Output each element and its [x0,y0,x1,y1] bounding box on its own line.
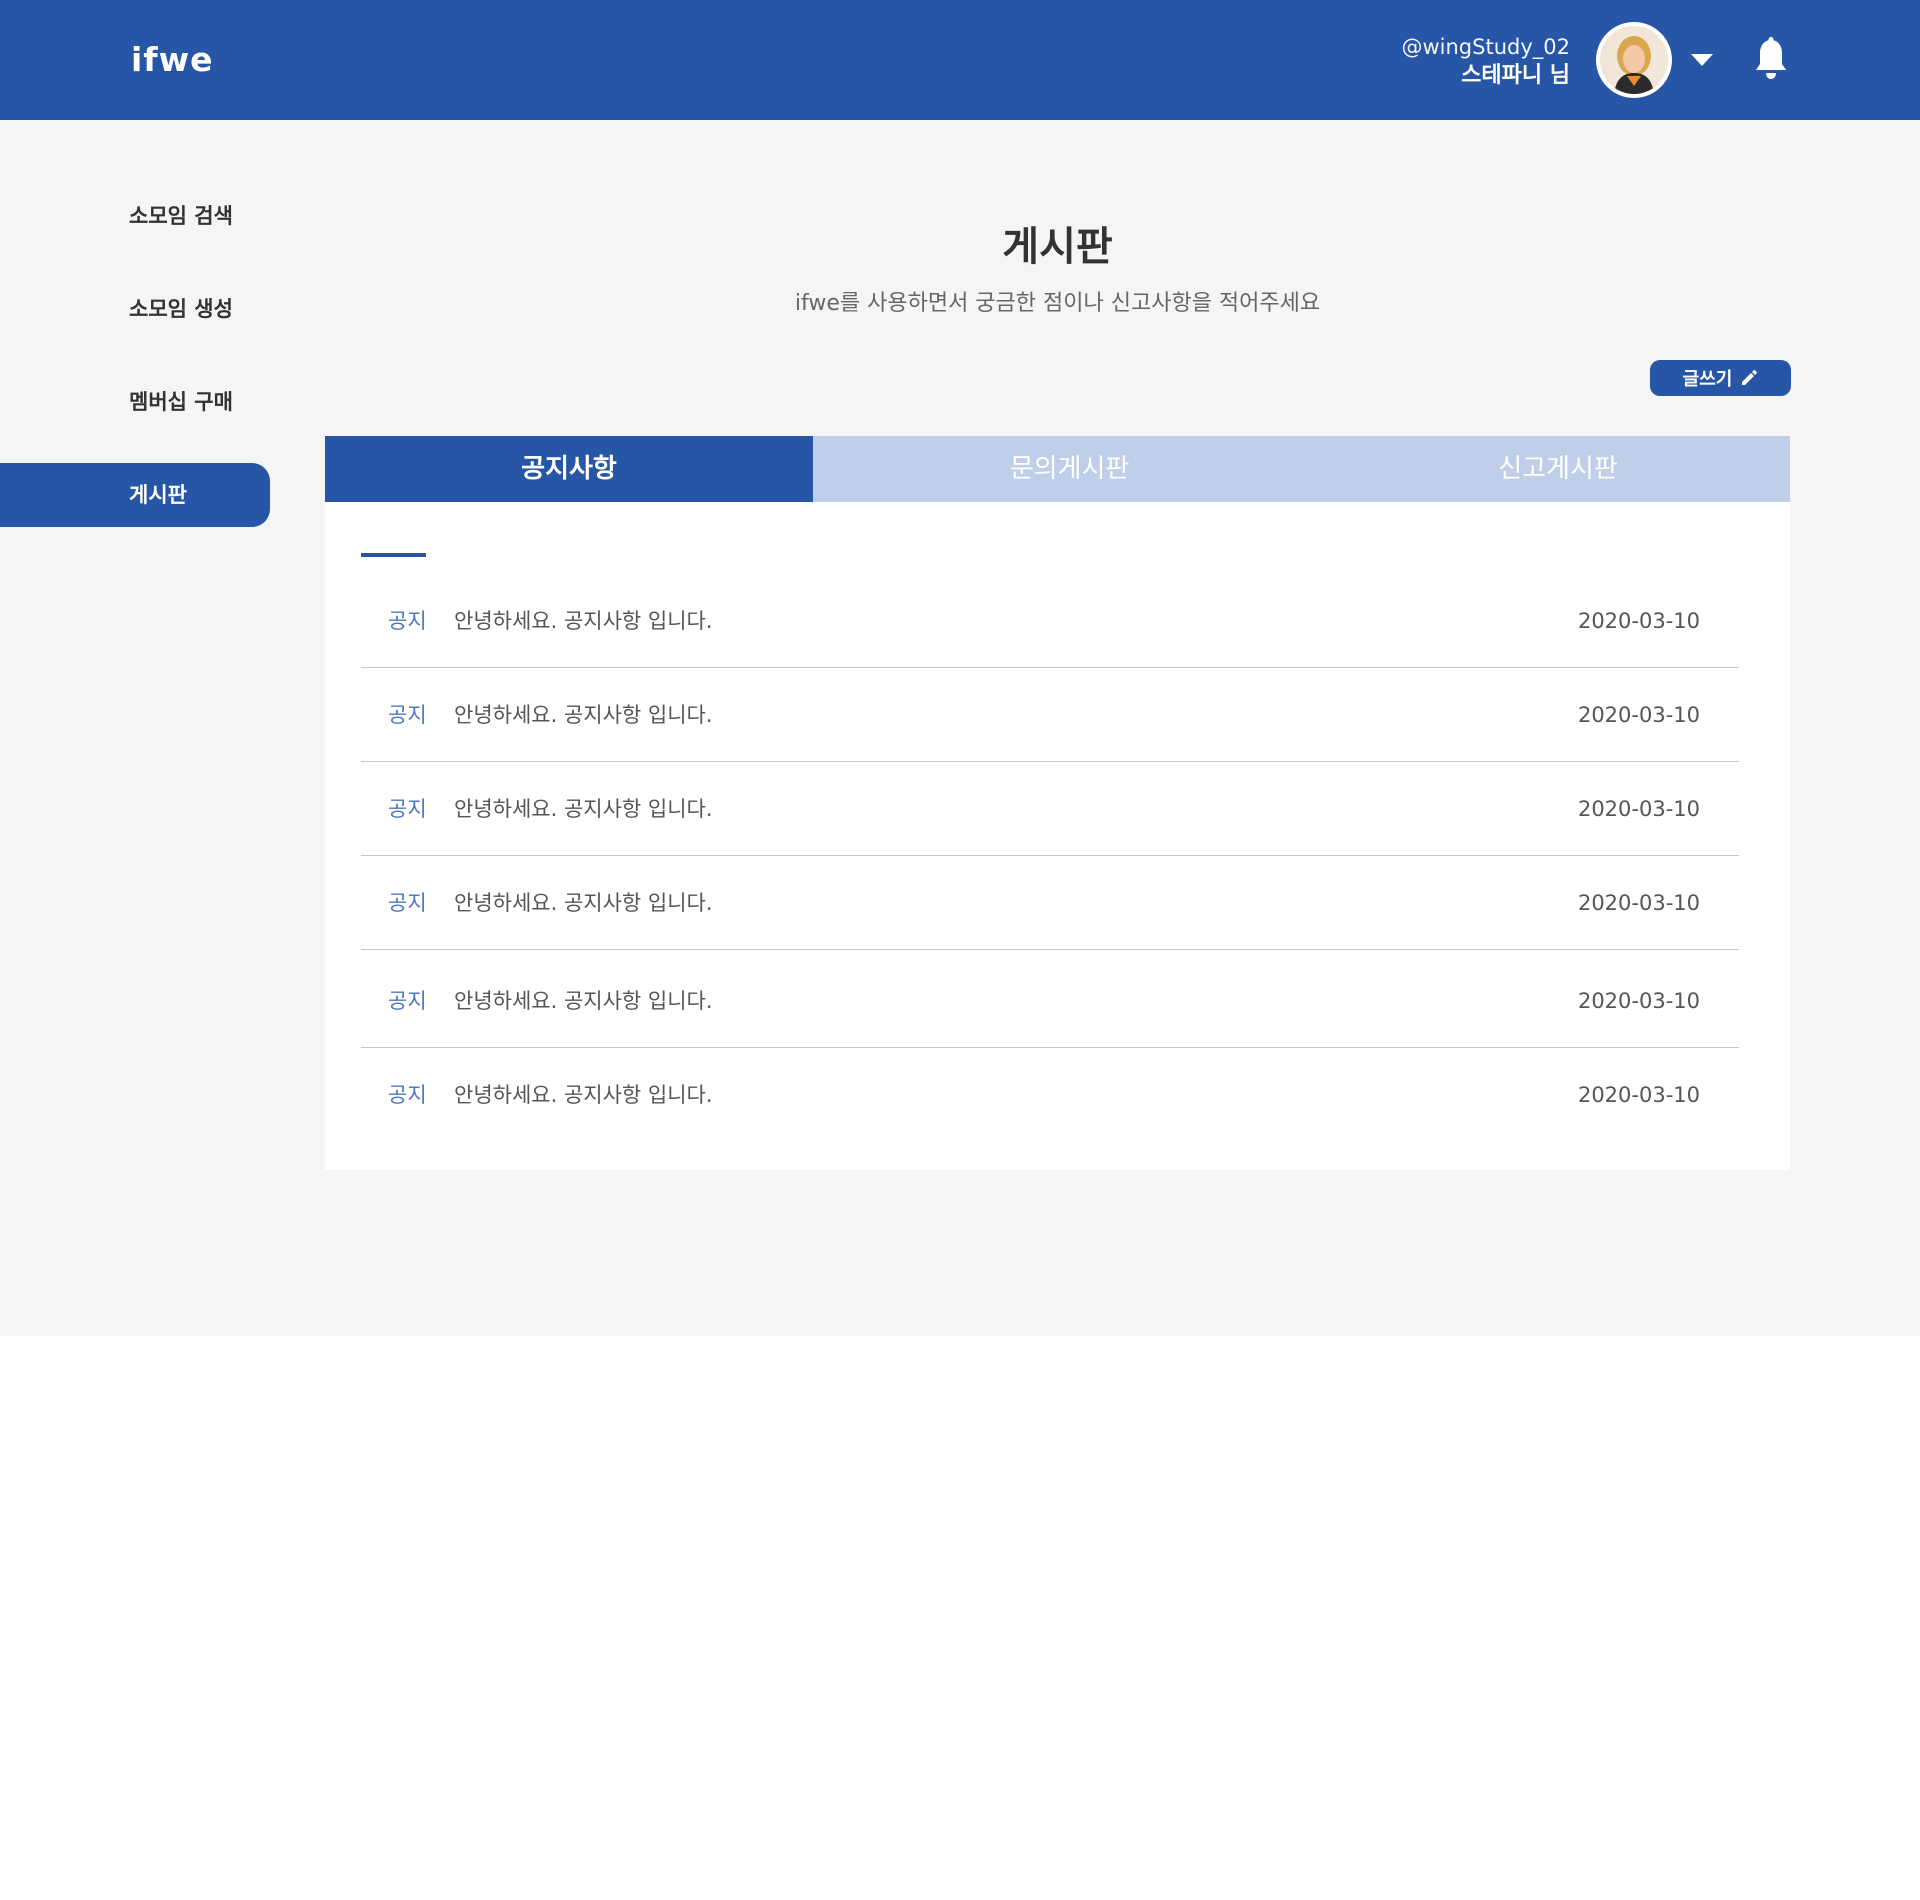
list-item[interactable]: 공지 안녕하세요. 공지사항 입니다. 2020-03-10 [361,668,1739,762]
user-info: @wingStudy_02 스테파니 님 [1401,33,1570,91]
post-date: 2020-03-10 [1577,609,1700,633]
list-item[interactable]: 공지 안녕하세요. 공지사항 입니다. 2020-03-10 [361,856,1739,950]
post-tag: 공지 [388,989,427,1013]
list-accent-bar [361,553,426,557]
post-title[interactable]: 안녕하세요. 공지사항 입니다. [454,762,713,856]
post-title[interactable]: 안녕하세요. 공지사항 입니다. [454,1048,713,1142]
sidebar-item-group-search[interactable]: 소모임 검색 [0,184,270,248]
sidebar-item-group-create[interactable]: 소모임 생성 [0,277,270,341]
sidebar-item-label: 소모임 검색 [129,204,233,228]
bell-icon[interactable] [1753,37,1789,81]
list-item[interactable]: 공지 안녕하세요. 공지사항 입니다. 2020-03-10 [361,1048,1739,1142]
post-date: 2020-03-10 [1577,989,1700,1013]
page-title: 게시판 [1002,224,1113,270]
write-button-label: 글쓰기 [1682,369,1733,390]
post-title[interactable]: 안녕하세요. 공지사항 입니다. [454,856,713,950]
sidebar-item-label: 게시판 [129,483,187,507]
pencil-icon [1740,369,1758,387]
post-date: 2020-03-10 [1577,891,1700,915]
post-tag: 공지 [388,797,427,821]
write-button[interactable]: 글쓰기 [1650,360,1791,396]
post-tag: 공지 [388,891,427,915]
post-date: 2020-03-10 [1577,1083,1700,1107]
list-item[interactable]: 공지 안녕하세요. 공지사항 입니다. 2020-03-10 [361,762,1739,856]
tab-report[interactable]: 신고게시판 [1326,436,1790,502]
tab-notice[interactable]: 공지사항 [325,436,813,502]
page-subtitle: ifwe를 사용하면서 궁금한 점이나 신고사항을 적어주세요 [794,291,1321,316]
post-date: 2020-03-10 [1577,797,1700,821]
board-tabs: 공지사항 문의게시판 신고게시판 [325,436,1790,502]
avatar-image [1600,26,1668,94]
sidebar-item-board[interactable]: 게시판 [0,463,270,527]
post-tag: 공지 [388,1083,427,1107]
post-list: 공지 안녕하세요. 공지사항 입니다. 2020-03-10 공지 안녕하세요.… [325,502,1790,1170]
sidebar-item-label: 소모임 생성 [129,297,233,321]
post-tag: 공지 [388,703,427,727]
user-handle: @wingStudy_02 [1401,35,1570,59]
post-date: 2020-03-10 [1577,703,1700,727]
chevron-down-icon[interactable] [1691,54,1713,66]
post-title[interactable]: 안녕하세요. 공지사항 입니다. [454,668,713,762]
tab-inquiry[interactable]: 문의게시판 [813,436,1326,502]
post-title[interactable]: 안녕하세요. 공지사항 입니다. [454,574,713,668]
post-tag: 공지 [388,609,427,633]
post-title[interactable]: 안녕하세요. 공지사항 입니다. [454,954,713,1048]
user-name: 스테파니 님 [1461,63,1570,88]
list-item[interactable]: 공지 안녕하세요. 공지사항 입니다. 2020-03-10 [361,954,1739,1048]
list-item[interactable]: 공지 안녕하세요. 공지사항 입니다. 2020-03-10 [361,574,1739,668]
logo[interactable]: ifwe [131,40,214,79]
sidebar-item-label: 멤버십 구매 [129,390,233,414]
top-header: ifwe @wingStudy_02 스테파니 님 [0,0,1920,120]
avatar[interactable] [1596,22,1672,98]
sidebar-item-membership[interactable]: 멤버십 구매 [0,370,270,434]
